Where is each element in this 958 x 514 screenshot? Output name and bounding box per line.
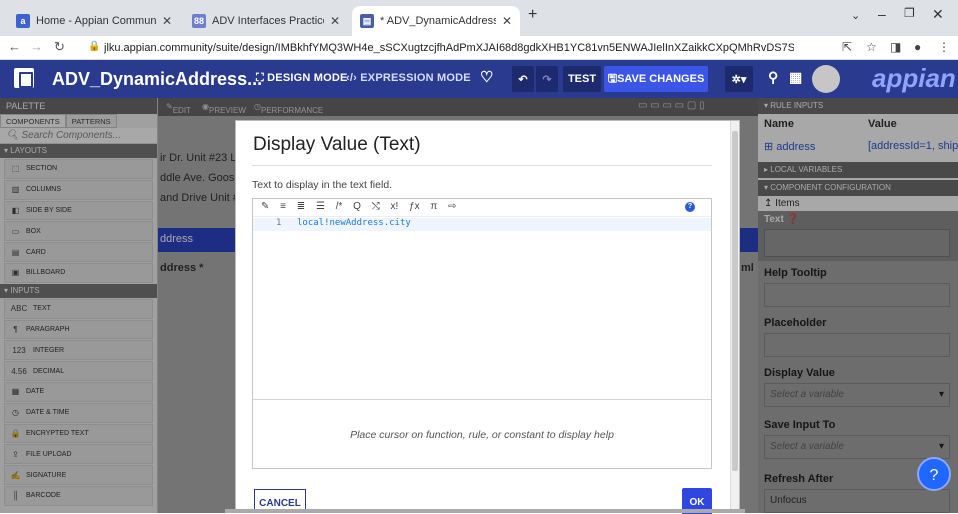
browser-tab-interfaces[interactable]: 88 ADV Interfaces Practice – Build - ✕ — [184, 6, 348, 36]
search-icon[interactable]: Q — [353, 201, 361, 212]
constant-icon[interactable]: π — [430, 201, 437, 212]
bookmark-star-icon[interactable]: ☆ — [866, 40, 877, 54]
appian-favicon-icon: a — [16, 14, 30, 28]
side-panel-icon[interactable]: ◨ — [890, 40, 901, 54]
lightbulb-icon[interactable]: ♡ — [480, 68, 494, 86]
function-help-text: Place cursor on function, rule, or const… — [350, 429, 614, 441]
scrollbar-thumb[interactable] — [732, 131, 738, 471]
appian-header: ADV_DynamicAddress... ⛶ DESIGN MODE ‹/› … — [0, 60, 958, 98]
function-icon[interactable]: ƒx — [409, 201, 420, 212]
negate-icon[interactable]: x! — [391, 201, 399, 212]
line-number: 1 — [276, 218, 282, 228]
editor-toolbar: ✎ ≡ ≣ ☰ /* Q ⤭ x! ƒx π ⇨ ? — [253, 199, 711, 217]
expression-editor-dialog: Display Value (Text) Text to display in … — [235, 120, 740, 514]
title-divider — [252, 165, 712, 166]
undo-button[interactable]: ↶ — [512, 66, 534, 92]
format-icon[interactable]: ✎ — [261, 201, 269, 212]
save-icon: 🖫 — [607, 72, 618, 85]
share-icon[interactable]: ⇱ — [842, 40, 852, 54]
tab-search-icon[interactable]: ⌄ — [851, 9, 860, 22]
appian-brand-logo: appian — [872, 63, 956, 93]
indent-icon[interactable]: ≡ — [280, 201, 286, 212]
replace-icon[interactable]: ⤭ — [372, 201, 380, 212]
dialog-scrollbar[interactable] — [730, 121, 739, 513]
minimize-icon[interactable]: – — [878, 6, 886, 22]
browser-tab-active[interactable]: ▤ * ADV_DynamicAddressList • App ✕ — [352, 6, 520, 36]
tab-title: ADV Interfaces Practice – Build - — [212, 15, 324, 27]
interface-logo-icon — [14, 68, 34, 88]
restore-icon[interactable]: ❐ — [904, 6, 915, 20]
close-tab-icon[interactable]: ✕ — [162, 14, 172, 28]
save-changes-button[interactable]: 🖫 SAVE CHANGES — [604, 66, 708, 92]
design-mode-icon: ⛶ — [256, 72, 268, 84]
dialog-title: Display Value (Text) — [253, 134, 421, 155]
interface-favicon-icon: ▤ — [360, 14, 374, 28]
back-icon[interactable]: ← — [8, 39, 21, 54]
apps-grid-icon[interactable]: ▦ — [789, 69, 802, 86]
settings-dropdown-icon[interactable]: ✲▾ — [725, 66, 753, 92]
redo-button[interactable]: ↷ — [536, 66, 558, 92]
menu-icon[interactable]: ⋮ — [938, 40, 950, 54]
browser-tabstrip: a Home - Appian Community Edit ✕ 88 ADV … — [0, 0, 958, 36]
code-icon: ‹/› — [346, 72, 361, 84]
help-bubble-icon[interactable]: ? — [917, 457, 951, 491]
list-icon[interactable]: ☰ — [316, 201, 325, 212]
comment-icon[interactable]: /* — [336, 201, 343, 212]
design-mode-button[interactable]: ⛶ DESIGN MODE — [256, 72, 348, 85]
help-divider — [253, 399, 711, 400]
dialog-description: Text to display in the text field. — [252, 179, 393, 191]
forward-icon[interactable]: → — [30, 39, 43, 54]
reload-icon[interactable]: ↻ — [54, 39, 65, 55]
test-button[interactable]: TEST — [563, 66, 601, 92]
url-field[interactable]: jlku.appian.community/suite/design/IMBkh… — [104, 38, 794, 58]
horizontal-scrollbar[interactable] — [225, 509, 745, 513]
profile-icon[interactable]: ● — [914, 40, 921, 54]
browser-tab-home[interactable]: a Home - Appian Community Edit ✕ — [8, 6, 180, 36]
interface-title: ADV_DynamicAddress... — [52, 69, 263, 89]
search-settings-icon[interactable]: ⚲ — [768, 69, 778, 86]
close-tab-icon[interactable]: ✕ — [330, 14, 340, 28]
tab-title: * ADV_DynamicAddressList • App — [380, 15, 496, 27]
expression-mode-button[interactable]: ‹/› EXPRESSION MODE — [346, 72, 471, 84]
insert-rule-icon[interactable]: ⇨ — [448, 201, 456, 212]
close-tab-icon[interactable]: ✕ — [502, 14, 512, 28]
tab-title: Home - Appian Community Edit — [36, 15, 156, 27]
close-window-icon[interactable]: ✕ — [932, 6, 944, 23]
address-bar: ← → ↻ 🔒 jlku.appian.community/suite/desi… — [0, 36, 958, 60]
expression-code[interactable]: local!newAddress.city — [297, 218, 411, 228]
outdent-icon[interactable]: ≣ — [297, 201, 305, 212]
help-icon[interactable]: ? — [685, 202, 695, 212]
new-tab-button[interactable]: + — [528, 6, 537, 24]
expression-editor[interactable]: ✎ ≡ ≣ ☰ /* Q ⤭ x! ƒx π ⇨ ? 1 local!newAd… — [252, 198, 712, 469]
user-avatar[interactable] — [812, 65, 840, 93]
lock-icon: 🔒 — [88, 41, 101, 52]
app-favicon-icon: 88 — [192, 14, 206, 28]
